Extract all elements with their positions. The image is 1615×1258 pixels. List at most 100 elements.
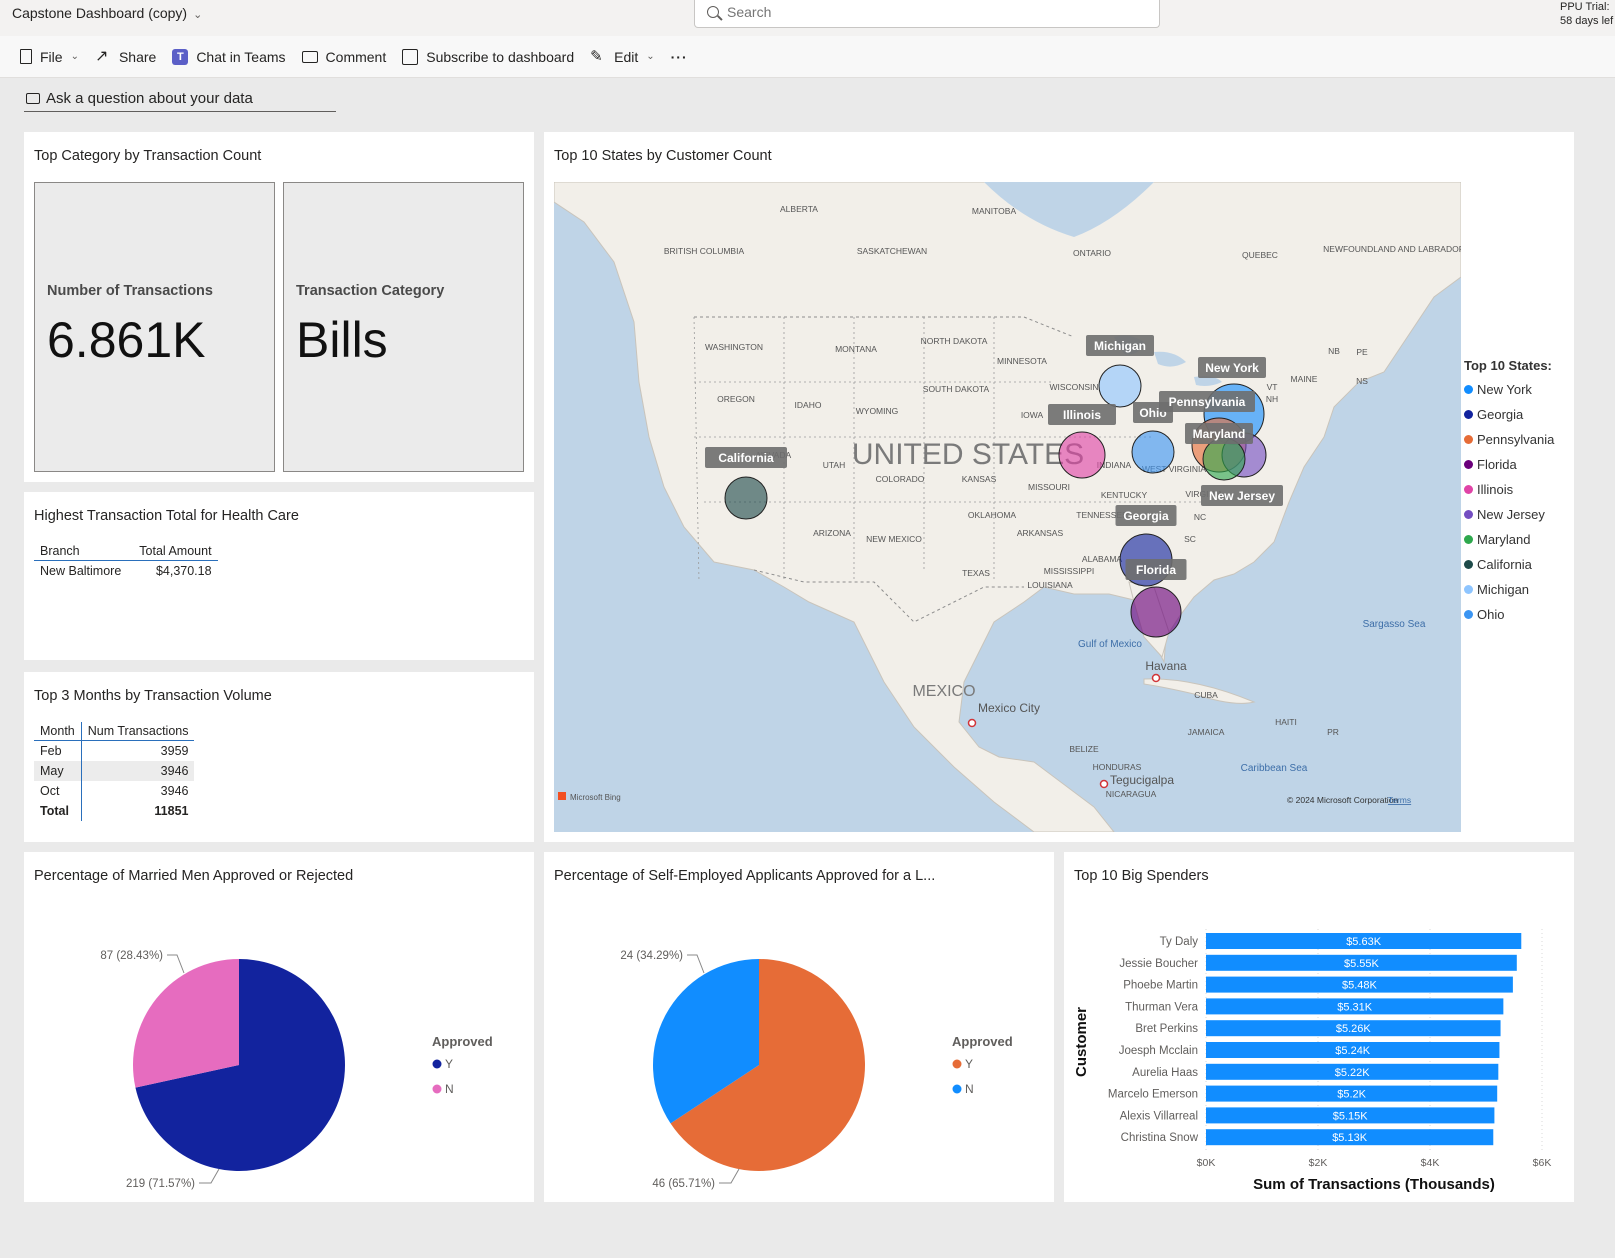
table-row: Feb 3959: [34, 740, 194, 761]
terms-link[interactable]: Terms: [1388, 795, 1411, 805]
table-row: Oct 3946: [34, 781, 194, 801]
bar-data-label: $5.31K: [1337, 1001, 1373, 1013]
chat-in-teams-button[interactable]: T Chat in Teams: [172, 48, 286, 65]
pie-slice[interactable]: [133, 959, 239, 1088]
legend-item[interactable]: Maryland: [1464, 527, 1569, 552]
share-icon: ↗: [94, 47, 109, 65]
map-place-label: ARIZONA: [813, 528, 851, 538]
legend-dot-icon: [1464, 610, 1473, 619]
country-label-us: UNITED STATES: [852, 438, 1084, 471]
map-place-label: SC: [1184, 534, 1196, 544]
legend-label[interactable]: Y: [965, 1057, 973, 1071]
state-bubble[interactable]: [1098, 364, 1142, 408]
trial-days: 58 days lef: [1560, 15, 1614, 27]
legend-label: Illinois: [1477, 482, 1514, 497]
map-place-label: NICARAGUA: [1106, 789, 1157, 799]
chat-bubble-icon: [26, 93, 40, 104]
bing-label: Microsoft Bing: [570, 793, 621, 802]
branch-cell: New Baltimore: [40, 564, 122, 578]
column-header: Num Transactions: [81, 722, 195, 741]
state-bubble[interactable]: [1058, 431, 1106, 479]
bar-data-label: $5.24K: [1335, 1045, 1371, 1057]
legend-item[interactable]: California: [1464, 552, 1569, 577]
dashboard-title-menu[interactable]: Capstone Dashboard (copy) ⌄: [12, 5, 202, 21]
tile-married-men[interactable]: Percentage of Married Men Approved or Re…: [24, 852, 534, 1202]
subscribe-icon: [402, 48, 419, 65]
y-tick-label: Jessie Boucher: [1119, 958, 1198, 970]
leader-line: [199, 1168, 220, 1184]
legend-item[interactable]: Ohio: [1464, 602, 1569, 627]
pie-data-label: 46 (65.71%): [652, 1178, 715, 1190]
bar-data-label: $5.15K: [1333, 1110, 1369, 1122]
state-label: Pennsylvania: [1169, 395, 1246, 409]
tile-big-spenders[interactable]: Top 10 Big Spenders $0K $2K $4K $6K Ty Daly $…: [1064, 852, 1574, 1202]
map-place-label: VT: [1267, 382, 1278, 392]
leader-line: [167, 954, 185, 974]
state-bubble[interactable]: [724, 476, 768, 520]
state-bubble[interactable]: [1130, 586, 1182, 638]
legend-item[interactable]: Georgia: [1464, 402, 1569, 427]
search-input[interactable]: [727, 4, 1127, 20]
count-cell: 3959: [160, 744, 189, 758]
map-attribution: © 2024 Microsoft Corporation: [1287, 795, 1398, 805]
map-place-label: LOUISIANA: [1027, 580, 1073, 590]
leader-line: [687, 954, 705, 974]
map-place-label: HONDURAS: [1093, 762, 1142, 772]
map-place-label: Sargasso Sea: [1363, 619, 1426, 630]
pie-chart-self-employed[interactable]: 46 (65.71%) 24 (34.29%) Approved YN: [554, 902, 1044, 1192]
map-area[interactable]: ALBERTA MANITOBA BRITISH COLUMBIA SASKATCHE…: [554, 182, 1461, 832]
search-box[interactable]: [694, 0, 1160, 28]
card-label: Transaction Category: [296, 283, 445, 299]
state-bubble[interactable]: [1131, 430, 1175, 474]
column-header: Month: [34, 722, 82, 741]
y-tick-label: Christina Snow: [1121, 1132, 1199, 1144]
edit-menu-button[interactable]: ✎ Edit ⌄: [590, 48, 655, 65]
tile-self-employed[interactable]: Percentage of Self-Employed Applicants A…: [544, 852, 1054, 1202]
more-options-button[interactable]: ···: [671, 49, 688, 65]
bar-data-label: $5.26K: [1336, 1023, 1372, 1035]
qna-input[interactable]: Ask a question about your data: [24, 86, 336, 112]
map-place-label: NEWFOUNDLAND AND LABRADOR: [1323, 244, 1461, 254]
legend-label[interactable]: Y: [445, 1057, 453, 1071]
month-cell: Oct: [34, 781, 82, 801]
tile-health-care[interactable]: Highest Transaction Total for Health Car…: [24, 492, 534, 660]
map-place-label: ARKANSAS: [1017, 528, 1064, 538]
legend-label: Michigan: [1477, 582, 1530, 597]
legend-label[interactable]: N: [445, 1082, 454, 1096]
map-place-label: HAITI: [1275, 717, 1297, 727]
tile-map[interactable]: Top 10 States by Customer Count ALBERTA …: [544, 132, 1574, 842]
file-menu-button[interactable]: File ⌄: [20, 49, 79, 65]
tile-top-months[interactable]: Top 3 Months by Transaction Volume Month…: [24, 672, 534, 842]
legend-label[interactable]: N: [965, 1082, 974, 1096]
tile-title: Highest Transaction Total for Health Car…: [34, 508, 299, 524]
share-button[interactable]: ↗ Share: [94, 47, 157, 65]
legend-item[interactable]: Florida: [1464, 452, 1569, 477]
count-cell: 3946: [160, 784, 189, 798]
file-icon: [20, 49, 32, 64]
bar-chart-big-spenders[interactable]: $0K $2K $4K $6K Ty Daly $5.63K Jessie Boucher $…: [1064, 897, 1564, 1197]
teams-icon: T: [172, 48, 189, 65]
legend-label: Pennsylvania: [1477, 432, 1555, 447]
legend-item[interactable]: New York: [1464, 377, 1569, 402]
map-place-label: IDAHO: [795, 400, 822, 410]
map-place-label: Gulf of Mexico: [1078, 639, 1142, 650]
pie-chart-married-men[interactable]: 219 (71.57%) 87 (28.43%) Approved YN: [34, 902, 524, 1192]
tile-top-category[interactable]: Top Category by Transaction Count Number…: [24, 132, 534, 482]
legend-item[interactable]: Pennsylvania: [1464, 427, 1569, 452]
legend-item[interactable]: Michigan: [1464, 577, 1569, 602]
more-icon: ···: [670, 48, 688, 65]
trial-status[interactable]: PPU Trial: 58 days lef: [1560, 0, 1613, 28]
share-label: Share: [118, 48, 157, 65]
map-place-label: WISCONSIN: [1049, 382, 1098, 392]
comment-button[interactable]: Comment: [301, 49, 386, 65]
legend-item[interactable]: Illinois: [1464, 477, 1569, 502]
state-bubble[interactable]: [1202, 437, 1246, 481]
map-place-label: CUBA: [1194, 690, 1218, 700]
subscribe-button[interactable]: Subscribe to dashboard: [402, 48, 574, 65]
bing-logo-icon: [558, 792, 566, 800]
map-place-label: NORTH DAKOTA: [921, 336, 988, 346]
bar-data-label: $5.55K: [1344, 958, 1380, 970]
legend-item[interactable]: New Jersey: [1464, 502, 1569, 527]
legend-dot-icon: [1464, 560, 1473, 569]
bar-data-label: $5.13K: [1332, 1132, 1368, 1144]
